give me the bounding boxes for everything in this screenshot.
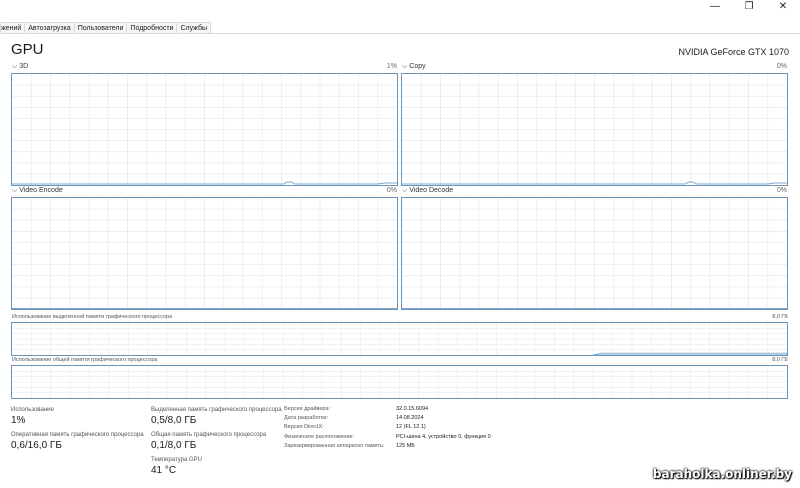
prop-key: Дата разработки: — [284, 415, 329, 422]
graph-3d: ⌵ 3D 1% — [11, 63, 398, 186]
prop-value: 14.08.2024 — [396, 415, 424, 422]
stat-shared-memory-label: Общая память графического процессора — [151, 432, 267, 438]
graph-video-encode-label[interactable]: ⌵ Video Encode — [12, 187, 63, 195]
gpu-name: NVIDIA GeForce GTX 1070 — [678, 47, 789, 57]
prop-value: 125 МБ — [396, 442, 415, 449]
stat-dedicated-memory: Выделенная память графического процессор… — [151, 407, 282, 426]
shared-memory-graph-label: Использование общей памяти графического … — [12, 357, 158, 363]
stat-usage-value: 1% — [11, 415, 26, 426]
graph-3d-label[interactable]: ⌵ 3D — [12, 63, 28, 71]
shared-memory-graph — [11, 365, 788, 399]
graph-copy-percent: 0% — [776, 63, 787, 70]
graph-copy-plot — [401, 73, 788, 186]
stat-gpu-memory-label: Оперативная память графического процессо… — [11, 432, 144, 438]
stat-temperature-value: 41 °C — [151, 465, 177, 476]
graph-video-encode-plot — [11, 197, 398, 310]
graph-copy-label[interactable]: ⌵ Copy — [402, 63, 426, 71]
graph-copy: ⌵ Copy 0% — [401, 63, 788, 186]
graph-video-decode-plot — [401, 197, 788, 310]
prop-value: 12 (FL 12.1) — [396, 424, 426, 431]
watermark: baraholka.onliner.by — [652, 467, 792, 481]
stat-gpu-memory-value: 0,6/16,0 ГБ — [11, 440, 62, 451]
stat-shared-memory: Общая память графического процессора 0,1… — [151, 432, 266, 451]
maximize-button[interactable]: ❐ — [732, 0, 766, 12]
stat-temperature-label: Температура GPU — [151, 457, 203, 463]
stat-usage: Использование 1% — [11, 407, 54, 426]
close-button[interactable]: ✕ — [766, 0, 800, 12]
prop-row: Версия DirectX: 12 (FL 12.1) — [284, 423, 491, 432]
stat-usage-label: Использование — [11, 407, 54, 413]
graph-video-encode-percent: 0% — [386, 187, 397, 194]
graph-3d-percent: 1% — [386, 63, 397, 70]
minimize-button[interactable]: — — [698, 0, 732, 12]
prop-row: Дата разработки: 14.08.2024 — [284, 414, 491, 423]
stat-temperature: Температура GPU 41 °C — [151, 457, 202, 476]
stat-gpu-memory: Оперативная память графического процессо… — [11, 432, 144, 451]
stat-dedicated-memory-value: 0,5/8,0 ГБ — [151, 415, 197, 426]
dedicated-memory-graph — [11, 322, 788, 356]
prop-key: Версия DirectX: — [284, 424, 324, 431]
graph-video-decode-percent: 0% — [776, 187, 787, 194]
tab-divider — [0, 33, 800, 34]
prop-key: Физическое расположение: — [284, 433, 355, 440]
stat-dedicated-memory-label: Выделенная память графического процессор… — [151, 407, 282, 413]
graph-video-decode-label[interactable]: ⌵ Video Decode — [402, 187, 453, 195]
prop-value: PCI-шина 4, устройство 0, функция 0 — [396, 433, 491, 440]
prop-row: Физическое расположение: PCI-шина 4, уст… — [284, 433, 491, 442]
stat-shared-memory-value: 0,1/8,0 ГБ — [151, 440, 197, 451]
graph-video-encode: ⌵ Video Encode 0% — [11, 187, 398, 310]
graph-3d-plot — [11, 73, 398, 186]
prop-key: Зарезервированная аппаратно память: — [284, 442, 385, 449]
graph-video-decode: ⌵ Video Decode 0% — [401, 187, 788, 310]
page-title: GPU — [11, 41, 44, 58]
dedicated-memory-graph-label: Использование выделенной памяти графичес… — [12, 314, 173, 320]
window-controls: — ❐ ✕ — [698, 0, 800, 12]
prop-row: Версия драйвера: 32.0.15.6094 — [284, 405, 491, 414]
prop-row: Зарезервированная аппаратно память: 125 … — [284, 442, 491, 451]
prop-key: Версия драйвера: — [284, 406, 331, 412]
memory-usage-area — [593, 352, 787, 355]
dedicated-memory-graph-max: 8,0 ГБ — [772, 314, 788, 320]
gpu-properties: Версия драйвера: 32.0.15.6094 Дата разра… — [284, 405, 491, 451]
prop-value: 32.0.15.6094 — [396, 406, 429, 412]
shared-memory-graph-max: 8,0 ГБ — [772, 357, 788, 363]
